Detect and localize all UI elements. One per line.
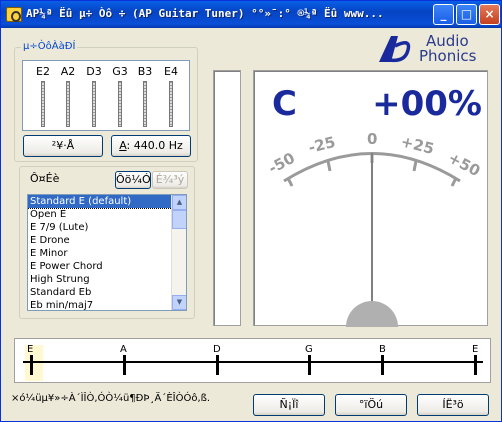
track-marker: [474, 355, 477, 375]
string-wire: [41, 81, 45, 127]
string-e2[interactable]: E2: [33, 65, 53, 127]
string-label: E2: [36, 65, 50, 78]
tick-minus-50: [286, 177, 294, 187]
tuning-list[interactable]: Standard E (default) Open E E 7/9 (Lute)…: [27, 194, 187, 311]
scale-label-zero: 0: [367, 130, 377, 148]
list-item[interactable]: Standard Eb: [28, 286, 186, 299]
track-marker: [123, 355, 126, 375]
auto-button[interactable]: ²¥·Å: [23, 135, 103, 157]
string-b3[interactable]: B3: [135, 65, 155, 127]
string-track-panel: E A D G B E: [14, 338, 491, 383]
frequency-value: : 440.0 Hz: [126, 139, 183, 152]
scale-label-minus-50: -50: [265, 149, 297, 178]
tick-plus-25: [412, 160, 418, 172]
track-marker: [308, 355, 311, 375]
string-wire: [66, 81, 70, 127]
strings-group-label: µ÷ÒôÀàÐÍ: [21, 41, 78, 52]
scale-label-minus-25: -25: [307, 133, 338, 157]
maximize-button[interactable]: □: [456, 4, 477, 25]
app-icon: [6, 7, 22, 22]
window-title: AP¼ª Ëû µ÷ Òô ÷ (AP Guitar Tuner) °°»¯:°…: [26, 7, 384, 20]
string-track[interactable]: E A D G B E: [15, 339, 492, 384]
string-wire: [92, 81, 96, 127]
list-item[interactable]: High Strung: [28, 273, 186, 286]
tuner-meter: -50 -25 0 +25 +50 C +00%: [253, 70, 488, 327]
track-marker: [30, 355, 33, 375]
string-wire: [118, 81, 122, 127]
app-window: AP¼ª Ëû µ÷ Òô ÷ (AP Guitar Tuner) °°»¯:°…: [0, 0, 502, 422]
list-scrollbar[interactable]: ▲ ▼: [171, 195, 186, 310]
track-marker: [381, 355, 384, 375]
list-item[interactable]: Open E: [28, 208, 186, 221]
string-label: B3: [137, 65, 153, 78]
scroll-up-icon[interactable]: ▲: [172, 195, 186, 210]
track-label-e-high: E: [472, 344, 478, 355]
list-item[interactable]: E 7/9 (Lute): [28, 221, 186, 234]
options-button[interactable]: Ñ¡Ïî: [253, 394, 325, 416]
string-label: G3: [112, 65, 128, 78]
minimize-button[interactable]: _: [433, 4, 454, 25]
cents-display: +00%: [372, 84, 482, 124]
track-label-a: A: [120, 344, 127, 355]
string-wire: [169, 81, 173, 127]
string-label: A2: [60, 65, 76, 78]
strings-panel: E2 A2 D3 G3 B3 E4: [22, 60, 190, 131]
logo-line2: Phonics: [419, 47, 477, 65]
list-item[interactable]: E Power Chord: [28, 260, 186, 273]
track-label-d: D: [213, 344, 221, 355]
string-label: D3: [86, 65, 102, 78]
help-button[interactable]: °ïÖú: [335, 394, 407, 416]
track-label-g: G: [305, 344, 313, 355]
frequency-prefix: A: [119, 139, 127, 152]
scroll-thumb[interactable]: [172, 210, 186, 229]
string-g3[interactable]: G3: [110, 65, 130, 127]
needle-hub: [346, 301, 398, 327]
scroll-down-icon[interactable]: ▼: [172, 295, 186, 310]
tuning-group-label: Ô¤Éè: [28, 172, 62, 185]
tick-minus-25: [326, 160, 332, 172]
string-a2[interactable]: A2: [58, 65, 78, 127]
string-e4[interactable]: E4: [161, 65, 181, 127]
list-item[interactable]: Standard E (default): [28, 195, 186, 209]
add-tuning-button[interactable]: Ôö¼Ó: [115, 171, 151, 189]
delete-tuning-button[interactable]: É¾³ý: [152, 171, 188, 189]
track-label-b: B: [379, 344, 386, 355]
note-display: C: [272, 84, 297, 124]
tick-plus-50: [450, 177, 458, 187]
status-text: ×ó¼üµ¥»÷À´ÌÎÒ,ÓÒ¼ü¶ÐÞ¸Ä´ÈÎÒÓô,ß.: [11, 393, 211, 404]
frequency-button[interactable]: A: 440.0 Hz: [111, 135, 191, 157]
track-label-e-low: E: [27, 344, 33, 355]
list-item[interactable]: Eb min/maj7: [28, 299, 186, 310]
meter-dial: -50 -25 0 +25 +50 C +00%: [265, 84, 483, 327]
title-bar[interactable]: AP¼ª Ëû µ÷ Òô ÷ (AP Guitar Tuner) °°»¯:°…: [1, 1, 501, 28]
audio-phonics-logo: Audio Phonics: [373, 31, 493, 67]
string-label: E4: [164, 65, 178, 78]
exit-button[interactable]: ÍË³ö: [417, 394, 489, 416]
track-marker: [216, 355, 219, 375]
level-panel: [213, 70, 241, 326]
string-wire: [143, 81, 147, 127]
list-item[interactable]: E Drone: [28, 234, 186, 247]
close-button[interactable]: ×: [479, 4, 500, 25]
string-d3[interactable]: D3: [84, 65, 104, 127]
list-item[interactable]: E Minor: [28, 247, 186, 260]
scale-label-plus-25: +25: [399, 132, 436, 158]
